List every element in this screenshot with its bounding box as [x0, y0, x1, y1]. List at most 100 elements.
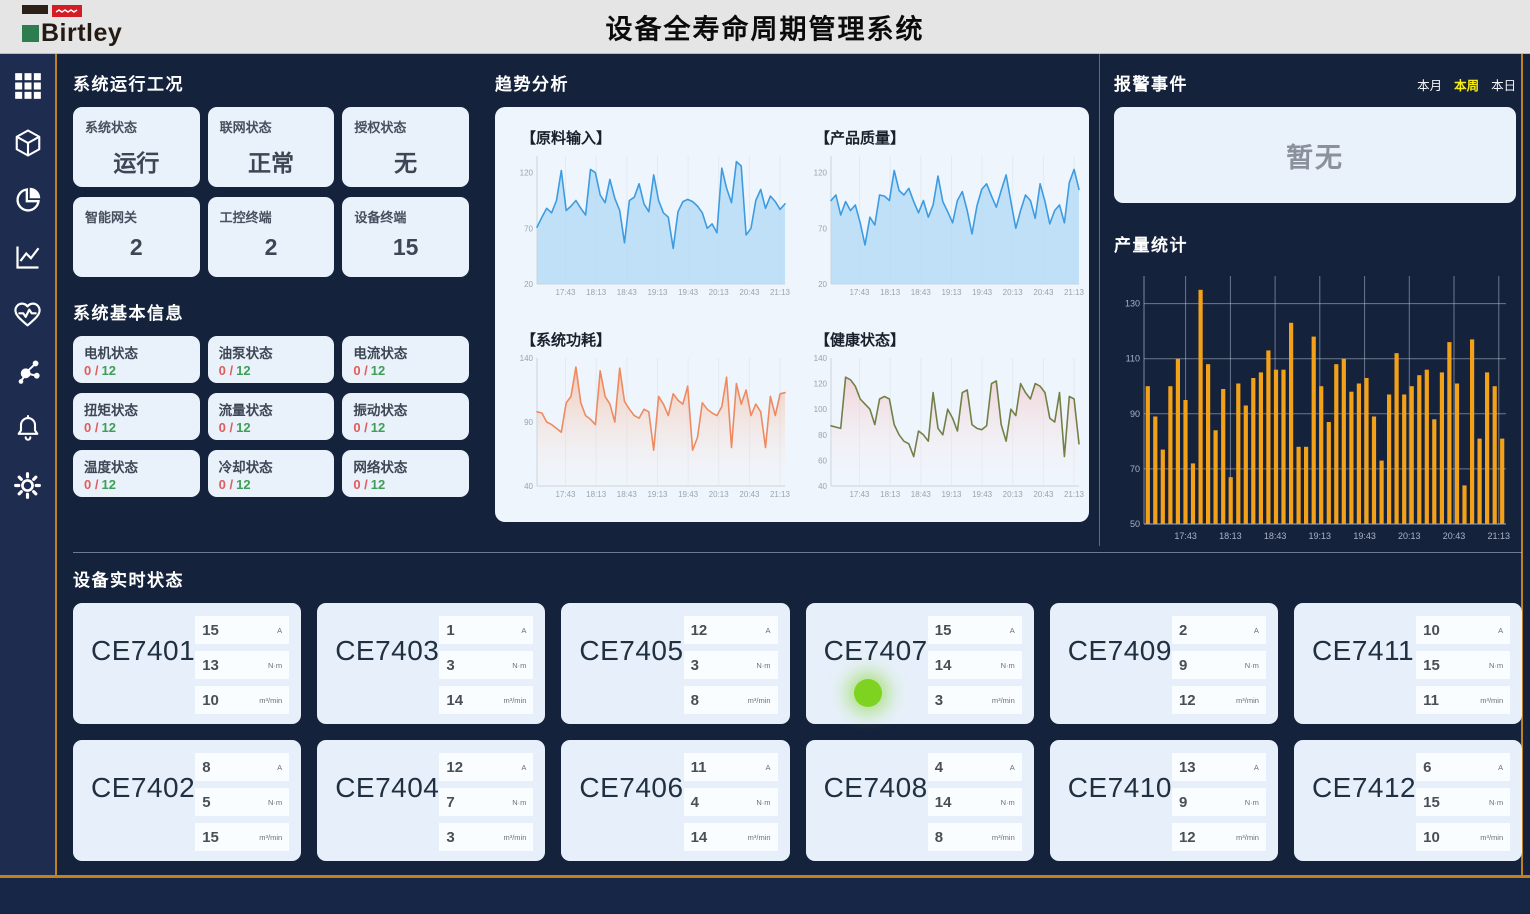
tab-this-week[interactable]: 本周 — [1454, 75, 1479, 94]
device-card[interactable]: CE7405 12 A 3 N·m 8 m³/min — [561, 603, 789, 724]
svg-text:18:13: 18:13 — [586, 288, 607, 297]
svg-text:18:13: 18:13 — [586, 490, 607, 499]
svg-text:21:13: 21:13 — [1064, 490, 1085, 499]
device-reading-row: 12 A — [684, 616, 778, 644]
status-card: 联网状态 正常 — [208, 107, 335, 187]
device-reading-value: 13 — [202, 657, 219, 674]
device-reading-row: 12 m³/min — [1172, 686, 1266, 714]
device-reading-value: 6 — [1423, 759, 1431, 776]
info-card-label: 扭矩状态 — [84, 399, 189, 419]
alarm-bell-icon[interactable] — [12, 412, 44, 444]
tab-this-month[interactable]: 本月 — [1417, 75, 1442, 94]
device-reading-unit: N·m — [756, 798, 770, 807]
pie-chart-icon[interactable] — [12, 184, 44, 216]
device-reading-row: 1 A — [439, 616, 533, 644]
settings-gear-icon[interactable] — [12, 469, 44, 501]
info-card-total-count: 12 — [101, 420, 115, 435]
topology-nodes-icon[interactable] — [12, 355, 44, 387]
device-card[interactable]: CE7403 1 A 3 N·m 14 m³/min — [317, 603, 545, 724]
device-reading-unit: m³/min — [259, 696, 282, 705]
svg-text:20:13: 20:13 — [1003, 490, 1024, 499]
device-card[interactable]: CE7404 12 A 7 N·m 3 m³/min — [317, 740, 545, 861]
logo-text: Birtley — [41, 19, 122, 48]
info-card-alarm-count: 0 / — [353, 420, 367, 435]
system-power-line-chart: 17:4318:1318:4319:1319:4320:1320:4321:13… — [511, 352, 791, 502]
grid-menu-icon[interactable] — [12, 70, 44, 102]
svg-text:20:13: 20:13 — [709, 490, 730, 499]
info-card-label: 流量状态 — [219, 399, 324, 419]
device-card[interactable]: CE7412 6 A 15 N·m 10 m³/min — [1294, 740, 1522, 861]
info-card: 扭矩状态 0 /12 — [73, 393, 200, 440]
device-reading-unit: A — [1010, 763, 1015, 772]
svg-text:120: 120 — [520, 169, 534, 178]
svg-text:140: 140 — [520, 354, 534, 363]
svg-text:17:43: 17:43 — [555, 288, 576, 297]
svg-text:17:43: 17:43 — [555, 490, 576, 499]
device-reading-value: 10 — [1423, 622, 1440, 639]
device-reading-unit: A — [766, 763, 771, 772]
info-card-label: 油泵状态 — [219, 342, 324, 362]
svg-text:18:13: 18:13 — [1219, 531, 1242, 541]
chart-raw-input: 【原料输入】 17:4318:1318:4319:1319:4320:1320:… — [503, 113, 797, 315]
device-card[interactable]: CE7408 4 A 14 N·m 8 m³/min — [806, 740, 1034, 861]
device-name: CE7411 — [1312, 635, 1414, 714]
info-card-alarm-count: 0 / — [219, 363, 233, 378]
cube-3d-icon[interactable] — [12, 127, 44, 159]
alarm-empty-card: 暂无 — [1114, 107, 1516, 203]
logo-red-block — [52, 5, 82, 17]
device-reading-value: 5 — [202, 794, 210, 811]
device-card[interactable]: CE7406 11 A 4 N·m 14 m³/min — [561, 740, 789, 861]
health-pulse-icon[interactable] — [12, 298, 44, 330]
info-card: 冷却状态 0 /12 — [208, 450, 335, 497]
device-reading-row: 8 m³/min — [928, 823, 1022, 851]
device-status-section: 设备实时状态 CE7401 15 A 13 N·m 10 m³/min CE74… — [73, 552, 1522, 861]
device-name: CE7410 — [1068, 772, 1172, 851]
svg-text:20:43: 20:43 — [739, 288, 760, 297]
svg-text:17:43: 17:43 — [849, 288, 870, 297]
svg-text:21:13: 21:13 — [1488, 531, 1511, 541]
info-card: 温度状态 0 /12 — [73, 450, 200, 497]
device-card[interactable]: CE7410 13 A 9 N·m 12 m³/min — [1050, 740, 1278, 861]
device-reading-value: 8 — [202, 759, 210, 776]
status-card-label: 联网状态 — [220, 117, 323, 136]
svg-text:20: 20 — [524, 280, 533, 289]
device-reading-row: 13 N·m — [195, 651, 289, 679]
device-name: CE7402 — [91, 772, 195, 851]
device-reading-value: 12 — [691, 622, 708, 639]
svg-text:19:43: 19:43 — [678, 490, 699, 499]
info-card-alarm-count: 0 / — [84, 363, 98, 378]
status-card: 工控终端 2 — [208, 197, 335, 277]
device-card[interactable]: CE7411 10 A 15 N·m 11 m³/min — [1294, 603, 1522, 724]
device-readings: 10 A 15 N·m 11 m³/min — [1416, 616, 1510, 714]
info-card: 电机状态 0 /12 — [73, 336, 200, 383]
device-name: CE7412 — [1312, 772, 1416, 851]
system-run-card-grid: 系统状态 运行 联网状态 正常 授权状态 无 智能网关 2 工控终端 2 设备终… — [73, 107, 469, 277]
device-card[interactable]: CE7409 2 A 9 N·m 12 m³/min — [1050, 603, 1278, 724]
tab-this-day[interactable]: 本日 — [1491, 75, 1516, 94]
device-card[interactable]: CE7401 15 A 13 N·m 10 m³/min — [73, 603, 301, 724]
device-reading-value: 1 — [446, 622, 454, 639]
device-readings: 12 A 7 N·m 3 m³/min — [439, 753, 533, 851]
device-reading-value: 7 — [446, 794, 454, 811]
info-card-total-count: 12 — [101, 477, 115, 492]
device-reading-unit: A — [1010, 626, 1015, 635]
info-card-alarm-count: 0 / — [353, 363, 367, 378]
alarm-production-column: 报警事件 本月 本周 本日 暂无 产量统计 17:4318:1318:4319:… — [1099, 54, 1530, 546]
device-reading-unit: A — [521, 763, 526, 772]
device-reading-unit: m³/min — [992, 696, 1015, 705]
svg-text:20:43: 20:43 — [739, 490, 760, 499]
device-card[interactable]: CE7407 15 A 14 N·m 3 m³/min — [806, 603, 1034, 724]
device-card[interactable]: CE7402 8 A 5 N·m 15 m³/min — [73, 740, 301, 861]
status-card-label: 系统状态 — [85, 117, 188, 136]
app-header: Birtley 设备全寿命周期管理系统 — [0, 0, 1530, 54]
footer-bar — [0, 878, 1530, 913]
info-card-alarm-count: 0 / — [84, 477, 98, 492]
device-reading-unit: m³/min — [503, 833, 526, 842]
trend-line-icon[interactable] — [12, 241, 44, 273]
device-reading-row: 9 N·m — [1172, 651, 1266, 679]
svg-text:21:13: 21:13 — [1064, 288, 1085, 297]
chart-raw-input-title: 【原料输入】 — [521, 127, 791, 148]
device-reading-value: 3 — [935, 692, 943, 709]
device-reading-value: 3 — [691, 657, 699, 674]
device-reading-value: 15 — [202, 622, 219, 639]
